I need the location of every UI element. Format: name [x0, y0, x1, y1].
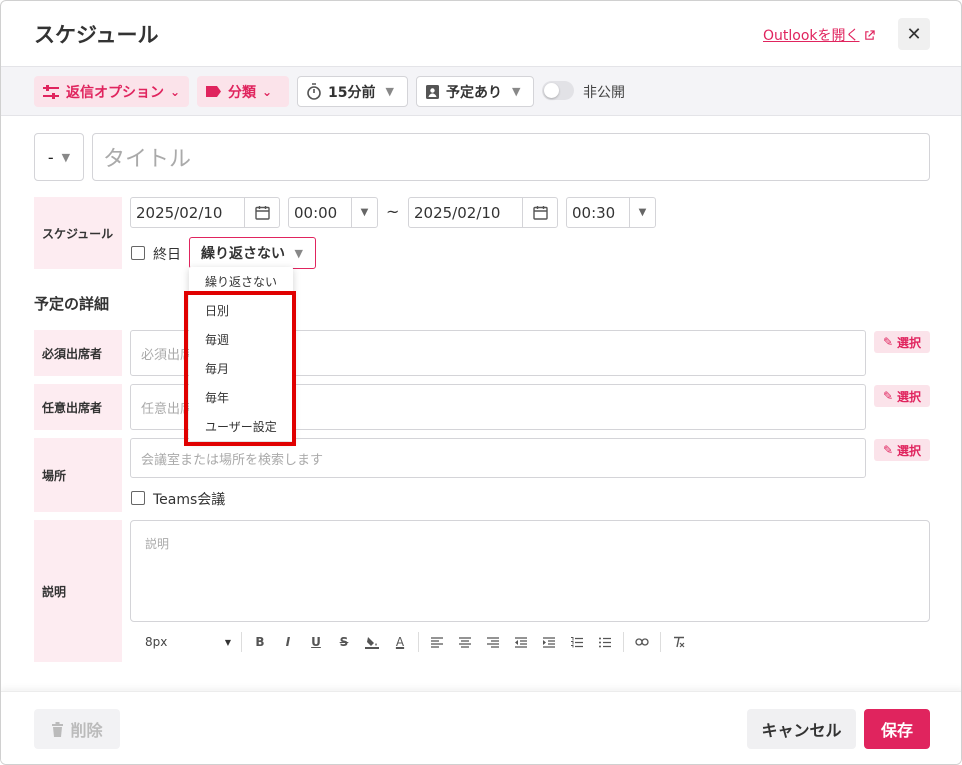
- start-time-select[interactable]: 00:00 ▼: [288, 197, 378, 228]
- show-as-value: 予定あり: [446, 84, 502, 101]
- rich-text-toolbar: 8px ▼ B I U S A: [145, 630, 693, 654]
- caret-down-icon: ▼: [294, 247, 303, 260]
- caret-down-icon: ▼: [385, 85, 394, 98]
- caret-down-icon: ▼: [351, 198, 377, 227]
- private-label: 非公開: [583, 85, 625, 101]
- fill-color-icon[interactable]: [358, 631, 386, 653]
- teams-checkbox[interactable]: [131, 491, 145, 505]
- clear-format-icon[interactable]: [665, 631, 693, 653]
- reply-options-label: 返信オプション: [66, 84, 164, 101]
- title-input[interactable]: タイトル: [92, 133, 930, 181]
- dialog-title: スケジュール: [34, 23, 159, 47]
- start-date-input[interactable]: 2025/02/10: [130, 197, 280, 228]
- underline-icon[interactable]: U: [302, 631, 330, 653]
- highlight-box: [184, 291, 296, 446]
- align-center-icon[interactable]: [451, 631, 479, 653]
- divider: [623, 632, 624, 652]
- chevron-down-icon: ⌄: [170, 84, 181, 99]
- repeat-select[interactable]: 繰り返さない ▼: [189, 237, 316, 269]
- options-toolbar: 返信オプション ⌄ 分類 ⌄ 15分前 ▼ 予定あり ▼: [1, 66, 961, 116]
- open-outlook-link[interactable]: Outlookを開く: [763, 25, 875, 45]
- priority-value: -: [47, 147, 54, 167]
- tag-icon: [206, 86, 221, 97]
- font-size-select[interactable]: 8px ▼: [145, 635, 237, 649]
- toggle-knob: [544, 83, 559, 98]
- sliders-icon: [43, 84, 59, 99]
- teams-label: Teams会議: [153, 492, 226, 508]
- pencil-icon: ✎: [882, 389, 894, 403]
- caret-down-icon: ▼: [224, 637, 231, 647]
- category-button[interactable]: 分類 ⌄: [197, 76, 289, 107]
- end-date-input[interactable]: 2025/02/10: [408, 197, 558, 228]
- range-separator: ~: [386, 202, 400, 221]
- save-button[interactable]: 保存: [864, 709, 930, 749]
- all-day-label: 終日: [153, 247, 181, 263]
- location-select-button[interactable]: ✎ 選択: [874, 439, 930, 461]
- dialog-footer: 削除 キャンセル 保存: [1, 691, 961, 764]
- optional-attendees-label: 任意出席者: [34, 384, 122, 430]
- caret-down-icon: ▼: [61, 150, 71, 164]
- open-outlook-label: Outlookを開く: [763, 28, 860, 44]
- select-label: 選択: [897, 443, 922, 458]
- description-label: 説明: [34, 520, 122, 662]
- private-toggle[interactable]: [542, 81, 574, 100]
- priority-select[interactable]: - ▼: [34, 133, 84, 181]
- end-time-value: 00:30: [572, 203, 616, 222]
- chevron-down-icon: ⌄: [262, 84, 273, 99]
- category-label: 分類: [228, 84, 256, 101]
- caret-down-icon: ▼: [629, 198, 655, 227]
- caret-down-icon: ▼: [512, 85, 521, 98]
- cancel-button[interactable]: キャンセル: [747, 709, 856, 749]
- all-day-checkbox[interactable]: [131, 246, 145, 260]
- end-time-select[interactable]: 00:30 ▼: [566, 197, 656, 228]
- italic-icon[interactable]: I: [274, 631, 302, 653]
- align-left-icon[interactable]: [423, 631, 451, 653]
- calendar-icon[interactable]: [522, 198, 557, 227]
- divider: [241, 632, 242, 652]
- repeat-value: 繰り返さない: [201, 246, 285, 262]
- bold-icon[interactable]: B: [246, 631, 274, 653]
- strikethrough-icon[interactable]: S: [330, 631, 358, 653]
- required-select-button[interactable]: ✎ 選択: [874, 331, 930, 353]
- align-right-icon[interactable]: [479, 631, 507, 653]
- divider: [418, 632, 419, 652]
- calendar-icon[interactable]: [244, 198, 279, 227]
- reminder-select[interactable]: 15分前 ▼: [297, 76, 408, 107]
- indent-icon[interactable]: [535, 631, 563, 653]
- pencil-icon: ✎: [882, 443, 894, 457]
- schedule-label: スケジュール: [34, 197, 122, 269]
- divider: [660, 632, 661, 652]
- delete-label: 削除: [70, 721, 103, 740]
- pencil-icon: ✎: [882, 335, 894, 349]
- details-title: 予定の詳細: [34, 295, 110, 313]
- busy-badge-icon: [426, 84, 439, 99]
- optional-select-button[interactable]: ✎ 選択: [874, 385, 930, 407]
- link-icon[interactable]: [628, 631, 656, 653]
- end-date-value: 2025/02/10: [414, 203, 501, 222]
- close-button[interactable]: ✕: [898, 18, 930, 50]
- bullet-list-icon[interactable]: [591, 631, 619, 653]
- reply-options-button[interactable]: 返信オプション ⌄: [34, 76, 189, 107]
- start-date-value: 2025/02/10: [136, 203, 223, 222]
- reminder-value: 15分前: [328, 84, 376, 101]
- select-label: 選択: [897, 389, 922, 404]
- description-input[interactable]: 説明: [130, 520, 930, 622]
- external-link-icon: [864, 29, 875, 40]
- trash-icon: [52, 721, 64, 737]
- show-as-select[interactable]: 予定あり ▼: [416, 76, 534, 107]
- select-label: 選択: [897, 335, 922, 350]
- font-size-value: 8px: [145, 635, 168, 649]
- font-color-icon[interactable]: A: [386, 631, 414, 653]
- numbered-list-icon[interactable]: [563, 631, 591, 653]
- start-time-value: 00:00: [294, 203, 338, 222]
- location-label: 場所: [34, 438, 122, 512]
- schedule-dialog: スケジュール Outlookを開く ✕ 返信オプション ⌄ 分類 ⌄ 15分前 …: [0, 0, 962, 765]
- delete-button[interactable]: 削除: [34, 709, 120, 749]
- timer-icon: [307, 83, 321, 100]
- outdent-icon[interactable]: [507, 631, 535, 653]
- required-attendees-label: 必須出席者: [34, 330, 122, 376]
